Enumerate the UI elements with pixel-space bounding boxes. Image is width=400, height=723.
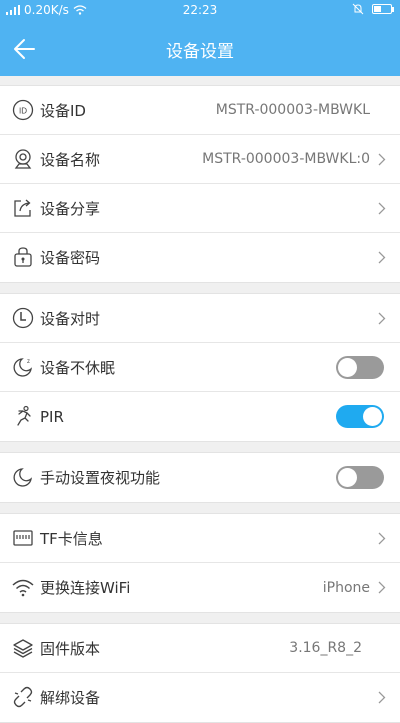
- moon-icon: [13, 468, 32, 487]
- id-icon: ID: [12, 99, 34, 121]
- row-label: 解绑设备: [40, 689, 101, 707]
- chevron-right-icon: [378, 691, 386, 704]
- status-right: [352, 3, 394, 15]
- clock-icon: [12, 307, 34, 329]
- row-time-sync[interactable]: 设备对时: [0, 294, 400, 343]
- chevron-right-icon: [378, 153, 386, 166]
- status-bar: 0.20K/s 22:23: [0, 0, 400, 22]
- status-time: 22:23: [182, 3, 218, 17]
- battery-icon: [372, 4, 392, 14]
- row-label: 设备对时: [40, 309, 101, 328]
- device-name-value: MSTR-000003-MBWKL:0: [202, 151, 370, 167]
- row-tf-card[interactable]: TF卡信息: [0, 514, 400, 563]
- layers-icon: [13, 639, 33, 658]
- running-person-icon: [17, 405, 31, 426]
- row-label: 手动设置夜视功能: [40, 469, 161, 487]
- device-id-value: MSTR-000003-MBWKL: [215, 102, 370, 118]
- settings-group-night-vision: 手动设置夜视功能: [0, 452, 400, 503]
- sleep-moon-icon: z: [13, 358, 32, 377]
- row-label: 更换连接WiFi: [40, 579, 131, 597]
- settings-group-device: ID 设备ID MSTR-000003-MBWKL 设备名称 MSTR-0000…: [0, 85, 400, 283]
- row-no-sleep: z 设备不休眠: [0, 343, 400, 392]
- row-label: 设备密码: [40, 249, 101, 267]
- wifi-icon: [12, 579, 34, 597]
- mute-bell-icon: [352, 3, 364, 15]
- row-device-share[interactable]: 设备分享: [0, 184, 400, 233]
- sd-card-icon: [13, 530, 33, 546]
- svg-text:z: z: [27, 359, 30, 365]
- row-pir: PIR: [0, 392, 400, 441]
- settings-group-storage-network: TF卡信息 更换连接WiFi iPhone: [0, 513, 400, 613]
- app-bar: 设备设置: [0, 22, 400, 76]
- row-label: TF卡信息: [40, 529, 103, 548]
- row-label: 固件版本: [40, 639, 101, 658]
- settings-list: ID 设备ID MSTR-000003-MBWKL 设备名称 MSTR-0000…: [0, 76, 400, 723]
- chevron-right-icon: [378, 581, 386, 594]
- row-label: 设备不休眠: [40, 358, 116, 377]
- back-arrow-icon: [14, 39, 35, 59]
- night-vision-toggle[interactable]: [336, 466, 384, 489]
- row-device-id: ID 设备ID MSTR-000003-MBWKL: [0, 86, 400, 135]
- back-button[interactable]: [8, 33, 44, 65]
- unlink-icon: [13, 686, 33, 708]
- chevron-right-icon: [378, 532, 386, 545]
- chevron-right-icon: [378, 202, 386, 215]
- row-device-password[interactable]: 设备密码: [0, 233, 400, 282]
- row-change-wifi[interactable]: 更换连接WiFi iPhone: [0, 563, 400, 612]
- settings-group-firmware: 固件版本 3.16_R8_2 解绑设备: [0, 623, 400, 723]
- lock-bag-icon: [14, 247, 32, 267]
- svg-text:ID: ID: [19, 107, 27, 116]
- row-firmware: 固件版本 3.16_R8_2: [0, 624, 400, 673]
- row-night-vision: 手动设置夜视功能: [0, 453, 400, 502]
- page-title: 设备设置: [166, 42, 234, 62]
- row-label: PIR: [40, 407, 64, 426]
- firmware-version-value: 3.16_R8_2: [289, 640, 362, 656]
- no-sleep-toggle[interactable]: [336, 356, 384, 379]
- share-icon: [14, 199, 31, 217]
- wifi-name-value: iPhone: [322, 579, 370, 596]
- row-device-name[interactable]: 设备名称 MSTR-000003-MBWKL:0: [0, 135, 400, 184]
- webcam-icon: [14, 149, 32, 169]
- pir-toggle[interactable]: [336, 405, 384, 428]
- chevron-right-icon: [378, 312, 386, 325]
- chevron-right-icon: [378, 251, 386, 264]
- row-label: 设备分享: [40, 199, 101, 218]
- row-label: 设备名称: [40, 150, 101, 169]
- row-label: 设备ID: [40, 101, 86, 120]
- settings-group-power: 设备对时 z 设备不休眠 PIR: [0, 293, 400, 442]
- row-unbind-device[interactable]: 解绑设备: [0, 673, 400, 722]
